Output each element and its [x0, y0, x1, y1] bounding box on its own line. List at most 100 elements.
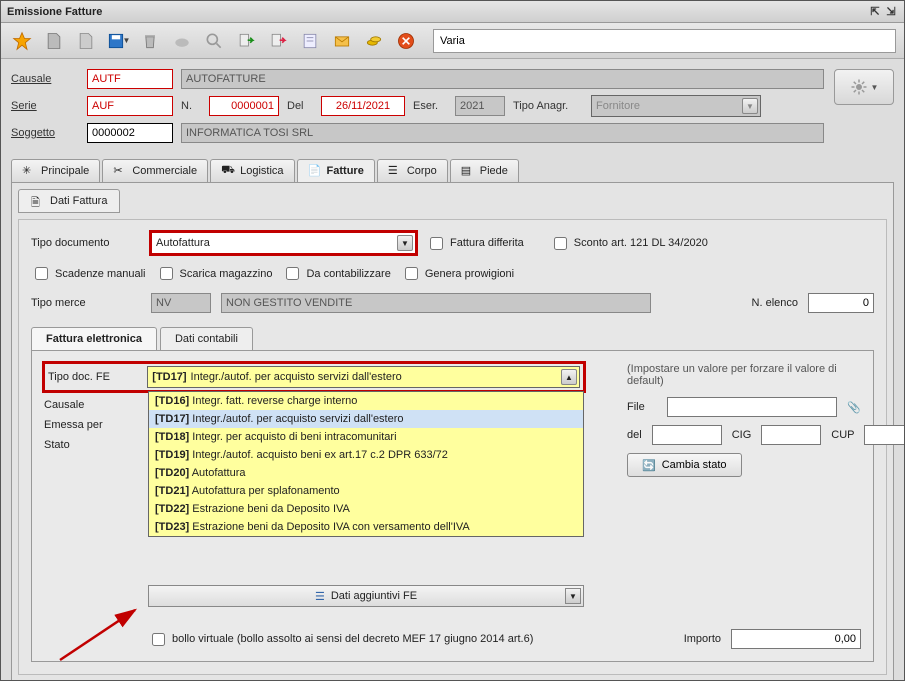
fe-right-panel: (Impostare un valore per forzare il valo… — [627, 363, 861, 485]
tipo-doc-fe-dropdown[interactable]: [TD16] Integr. fatt. reverse charge inte… — [148, 391, 584, 537]
tipo-doc-fe-text: Integr./autof. per acquisto servizi dall… — [191, 371, 402, 383]
eser-input — [455, 96, 505, 116]
option-td16[interactable]: [TD16] Integr. fatt. reverse charge inte… — [149, 392, 583, 410]
maximize-icon[interactable]: ⇲ — [884, 5, 898, 19]
search-icon[interactable] — [201, 28, 227, 54]
bollo-virtuale-checkbox[interactable]: bollo virtuale (bollo assolto ai sensi d… — [148, 630, 533, 649]
serie-label: Serie — [11, 100, 79, 112]
window-controls: ⇱ ⇲ — [868, 5, 898, 19]
tipo-doc-fe-code: [TD17] — [152, 371, 186, 383]
form-body: Causale Serie N. Del Eser. Tipo Anagr. F… — [1, 59, 904, 680]
sun-icon: ✳ — [22, 164, 36, 178]
option-td19[interactable]: [TD19] Integr./autof. acquisto beni ex a… — [149, 446, 583, 464]
tab-commerciale[interactable]: ✂Commerciale — [102, 159, 208, 182]
n-elenco-label: N. elenco — [752, 297, 798, 309]
fe-hint: (Impostare un valore per forzare il valo… — [627, 363, 861, 387]
option-td18[interactable]: [TD18] Integr. per acquisto di beni intr… — [149, 428, 583, 446]
option-td21[interactable]: [TD21] Autofattura per splafonamento — [149, 482, 583, 500]
attachment-icon[interactable]: 📎 — [847, 401, 861, 414]
truck-icon: ⛟ — [221, 164, 235, 178]
tab-fatture[interactable]: 📄Fatture — [297, 159, 375, 182]
new-star-icon[interactable] — [9, 28, 35, 54]
chevron-down-icon: ▼ — [565, 588, 581, 604]
close-icon[interactable] — [393, 28, 419, 54]
n-elenco-input[interactable] — [808, 293, 874, 313]
export-icon[interactable] — [265, 28, 291, 54]
tipo-merce-desc — [221, 293, 651, 313]
genera-prowigioni-checkbox[interactable]: Genera prowigioni — [401, 264, 514, 283]
cup-label: CUP — [831, 429, 854, 441]
tipo-documento-combo[interactable]: Autofattura ▼ — [151, 232, 416, 254]
soggetto-code-input[interactable] — [87, 123, 173, 143]
tipo-doc-fe-combo[interactable]: [TD17] Integr./autof. per acquisto servi… — [147, 366, 580, 388]
subtab-dati-fattura[interactable]: 🗎 Dati Fattura — [18, 189, 120, 213]
scadenze-manuali-checkbox[interactable]: Scadenze manuali — [31, 264, 146, 283]
mail-icon[interactable] — [329, 28, 355, 54]
fe-panel: Tipo doc. FE [TD17] Integr./autof. per a… — [31, 351, 874, 662]
footer-icon: ▤ — [461, 164, 475, 178]
eser-label: Eser. — [413, 100, 447, 112]
causale-desc — [181, 69, 824, 89]
restore-icon[interactable]: ⇱ — [868, 5, 882, 19]
del2-label: del — [627, 429, 642, 441]
chevron-down-icon: ▼ — [742, 98, 758, 114]
sconto-121-checkbox[interactable]: Sconto art. 121 DL 34/2020 — [550, 234, 708, 253]
tab-piede[interactable]: ▤Piede — [450, 159, 519, 182]
importo-input[interactable] — [731, 629, 861, 649]
scarica-magazzino-checkbox[interactable]: Scarica magazzino — [156, 264, 273, 283]
save-icon[interactable]: ▼ — [105, 28, 131, 54]
file-icon[interactable] — [41, 28, 67, 54]
main-tabstrip: ✳Principale ✂Commerciale ⛟Logistica 📄Fat… — [11, 159, 894, 183]
tools-icon: ✂ — [113, 164, 127, 178]
main-toolbar: ▼ — [1, 23, 904, 59]
causale-label: Causale — [11, 73, 79, 85]
trash-icon[interactable] — [137, 28, 163, 54]
tab-corpo[interactable]: ☰Corpo — [377, 159, 448, 182]
list-icon: ☰ — [388, 164, 402, 178]
window-title: Emissione Fatture — [7, 6, 102, 18]
soggetto-desc — [181, 123, 824, 143]
cup-input[interactable] — [864, 425, 904, 445]
cambia-stato-button[interactable]: 🔄 Cambia stato — [627, 453, 742, 477]
data-del-input[interactable] — [321, 96, 405, 116]
tipo-documento-label: Tipo documento — [31, 237, 141, 249]
tipo-anagr-value: Fornitore — [596, 100, 640, 112]
settings-button[interactable]: ▼ — [834, 69, 894, 105]
chevron-up-icon: ▲ — [561, 369, 577, 385]
option-td23[interactable]: [TD23] Estrazione beni da Deposito IVA c… — [149, 518, 583, 536]
toolbar-search-input[interactable] — [433, 29, 896, 53]
cig-input[interactable] — [761, 425, 821, 445]
fe-causale-label: Causale — [44, 399, 134, 411]
option-td20[interactable]: [TD20] Autofattura — [149, 464, 583, 482]
tab-principale[interactable]: ✳Principale — [11, 159, 100, 182]
causale-code-input[interactable] — [87, 69, 173, 89]
del2-input[interactable] — [652, 425, 722, 445]
tab-fattura-elettronica[interactable]: Fattura elettronica — [31, 327, 157, 350]
option-td22[interactable]: [TD22] Estrazione beni da Deposito IVA — [149, 500, 583, 518]
refresh-icon: 🔄 — [642, 459, 656, 472]
option-td17[interactable]: [TD17] Integr./autof. per acquisto servi… — [149, 410, 583, 428]
invoice-icon: 📄 — [308, 164, 322, 178]
cloud-icon[interactable] — [169, 28, 195, 54]
file-input[interactable] — [667, 397, 837, 417]
n-label: N. — [181, 100, 201, 112]
tipo-anagr-combo[interactable]: Fornitore ▼ — [591, 95, 761, 117]
dati-aggiuntivi-fe-button[interactable]: ☰ Dati aggiuntivi FE ▼ — [148, 585, 584, 607]
coins-icon[interactable] — [361, 28, 387, 54]
chevron-down-icon: ▼ — [397, 235, 413, 251]
tipo-documento-value: Autofattura — [156, 237, 210, 249]
da-contabilizzare-checkbox[interactable]: Da contabilizzare — [282, 264, 390, 283]
app-window: Emissione Fatture ⇱ ⇲ ▼ Causale — [0, 0, 905, 681]
tab-dati-contabili[interactable]: Dati contabili — [160, 327, 253, 350]
tab-logistica[interactable]: ⛟Logistica — [210, 159, 294, 182]
numero-input[interactable] — [209, 96, 279, 116]
file2-icon[interactable] — [73, 28, 99, 54]
list-icon: ☰ — [315, 590, 325, 603]
note-icon[interactable] — [297, 28, 323, 54]
gear-icon — [850, 78, 868, 96]
serie-input[interactable] — [87, 96, 173, 116]
fe-tabstrip: Fattura elettronica Dati contabili — [31, 327, 874, 351]
fattura-differita-checkbox[interactable]: Fattura differita — [426, 234, 524, 253]
import-icon[interactable] — [233, 28, 259, 54]
importo-label: Importo — [684, 633, 721, 645]
